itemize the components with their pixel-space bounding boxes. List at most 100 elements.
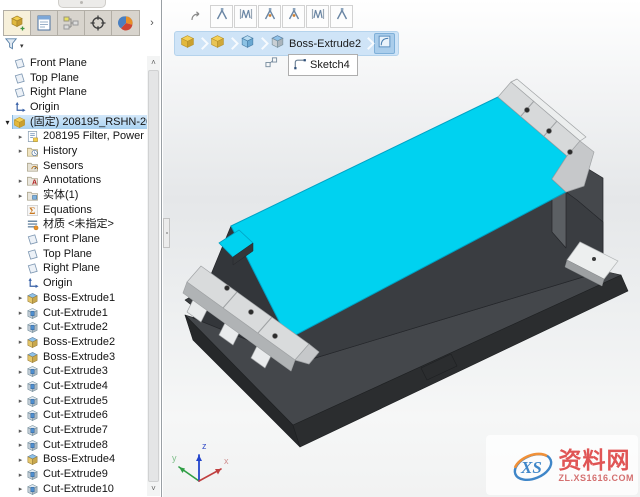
scroll-up-icon[interactable]: ˄ xyxy=(147,56,160,70)
selection-breadcrumb: Boss-Extrude2 xyxy=(174,31,400,56)
tree-item-cut-extrude1[interactable]: ▸ Cut-Extrude1 xyxy=(0,306,147,321)
tree-item-origin[interactable]: Origin xyxy=(0,100,147,115)
expand-arrow-icon[interactable]: ▸ xyxy=(15,368,26,376)
tree-scrollbar[interactable]: ˄ ˅ xyxy=(147,56,160,496)
tree-item-label: 实体(1) xyxy=(43,189,79,202)
tree-item-label: 材质 <未指定> xyxy=(43,218,114,231)
tree-item-cut-extrude6[interactable]: ▸ Cut-Extrude6 xyxy=(0,409,147,424)
expand-arrow-icon[interactable]: ▸ xyxy=(15,427,26,435)
tree-item-cut-extrude10[interactable]: ▸ Cut-Extrude10 xyxy=(0,482,147,497)
context-tool-button-5[interactable] xyxy=(306,5,329,28)
tree-item-cut-extrude8[interactable]: ▸ Cut-Extrude8 xyxy=(0,438,147,453)
breadcrumb-label: Boss-Extrude2 xyxy=(289,37,362,50)
tree-item-top-plane[interactable]: Top Plane xyxy=(0,247,147,262)
tree-item--1-[interactable]: ▸ 实体(1) xyxy=(0,188,147,203)
expand-arrow-icon[interactable]: ▸ xyxy=(15,485,26,493)
tab-configurationmanager[interactable] xyxy=(58,11,85,35)
breadcrumb-chevron-icon xyxy=(226,37,239,50)
cut-extrude-icon xyxy=(26,395,40,408)
tab-overflow-chevron[interactable]: › xyxy=(146,14,158,32)
tree-filter-button[interactable]: ▾ xyxy=(4,38,24,54)
tree-item-label: Boss-Extrude3 xyxy=(43,350,116,363)
sketch-icon xyxy=(377,34,392,54)
tab-propertymanager[interactable] xyxy=(31,11,58,35)
expand-arrow-icon[interactable]: ▸ xyxy=(15,192,26,200)
tree-item--208195-rshn-2016d[interactable]: ▾ (固定) 208195_RSHN-2016D xyxy=(0,114,147,130)
tree-item-boss-extrude3[interactable]: ▸ Boss-Extrude3 xyxy=(0,350,147,365)
context-tool-button-4[interactable] xyxy=(282,5,305,28)
tree-item-cut-extrude7[interactable]: ▸ Cut-Extrude7 xyxy=(0,423,147,438)
tree-item-right-plane[interactable]: Right Plane xyxy=(0,85,147,100)
breadcrumb-segment-part[interactable] xyxy=(178,33,197,54)
displaymanager-icon xyxy=(117,14,135,32)
model-canvas[interactable] xyxy=(163,0,640,497)
tab-displaymanager[interactable] xyxy=(112,11,139,35)
expand-arrow-icon[interactable]: ▸ xyxy=(15,471,26,479)
context-tool-button-1[interactable] xyxy=(210,5,233,28)
manager-tab-strip xyxy=(3,10,140,36)
tab-featuremanager-tree[interactable] xyxy=(4,11,31,35)
tree-item-label: Right Plane xyxy=(43,262,100,275)
expand-arrow-icon[interactable]: ▸ xyxy=(15,309,26,317)
expand-arrow-icon[interactable]: ▸ xyxy=(15,294,26,302)
tree-item-sensors[interactable]: Sensors xyxy=(0,159,147,174)
context-tool-button-6[interactable] xyxy=(330,5,353,28)
graphics-area[interactable]: Boss-Extrude2 Sketch4 z y x XS 资料网 ZL.XS… xyxy=(163,0,640,497)
expand-arrow-icon[interactable]: ▸ xyxy=(15,353,26,361)
tree-item-front-plane[interactable]: Front Plane xyxy=(0,56,147,71)
tree-item-right-plane[interactable]: Right Plane xyxy=(0,262,147,277)
expand-arrow-icon[interactable]: ▸ xyxy=(15,382,26,390)
document-icon xyxy=(26,130,40,143)
tree-item-equations[interactable]: Σ Equations xyxy=(0,203,147,218)
pin-arrow-icon[interactable] xyxy=(189,9,205,25)
tree-item-label: Front Plane xyxy=(43,233,100,246)
tree-item-history[interactable]: ▸ History xyxy=(0,144,147,159)
breadcrumb-segment-boss-extrude2[interactable]: Boss-Extrude2 xyxy=(268,33,363,54)
breadcrumb-chevron-icon xyxy=(196,37,209,50)
context-tool-button-3[interactable] xyxy=(258,5,281,28)
tree-item-boss-extrude4[interactable]: ▸ Boss-Extrude4 xyxy=(0,453,147,468)
breadcrumb-segment-part-gold[interactable] xyxy=(208,33,227,54)
tree-item-cut-extrude3[interactable]: ▸ Cut-Extrude3 xyxy=(0,364,147,379)
tree-item-cut-extrude5[interactable]: ▸ Cut-Extrude5 xyxy=(0,394,147,409)
tree-item-cut-extrude4[interactable]: ▸ Cut-Extrude4 xyxy=(0,379,147,394)
glyphA-icon xyxy=(214,6,230,27)
expand-arrow-icon[interactable]: ▸ xyxy=(15,397,26,405)
tree-item-front-plane[interactable]: Front Plane xyxy=(0,232,147,247)
context-tool-button-2[interactable] xyxy=(234,5,257,28)
tree-item-label: Right Plane xyxy=(30,86,87,99)
tree-item-cut-extrude9[interactable]: ▸ Cut-Extrude9 xyxy=(0,467,147,482)
scrollbar-thumb[interactable] xyxy=(148,70,159,482)
tree-item-origin[interactable]: Origin xyxy=(0,276,147,291)
expand-arrow-icon[interactable]: ▸ xyxy=(15,412,26,420)
scroll-down-icon[interactable]: ˅ xyxy=(147,482,160,496)
tree-item-label: Boss-Extrude4 xyxy=(43,453,116,466)
tree-item-cut-extrude2[interactable]: ▸ Cut-Extrude2 xyxy=(0,320,147,335)
breadcrumb-segment-solid-body[interactable] xyxy=(238,33,257,54)
filter-funnel-icon xyxy=(4,36,19,56)
tree-item-208195-filter-power-line[interactable]: ▸ 208195 Filter, Power Line xyxy=(0,129,147,144)
expand-arrow-icon[interactable]: ▸ xyxy=(15,147,26,155)
tree-item-label: Cut-Extrude6 xyxy=(43,409,108,422)
expand-arrow-icon[interactable]: ▸ xyxy=(15,133,26,141)
tree-item-boss-extrude2[interactable]: ▸ Boss-Extrude2 xyxy=(0,335,147,350)
cut-extrude-icon xyxy=(26,307,40,320)
cut-extrude-icon xyxy=(26,380,40,393)
tab-dimxpertmanager[interactable] xyxy=(85,11,112,35)
expand-arrow-icon[interactable]: ▸ xyxy=(15,441,26,449)
sketch-breadcrumb-item[interactable]: Sketch4 xyxy=(288,54,358,76)
panel-collapse-handle[interactable] xyxy=(58,0,106,8)
expand-arrow-icon[interactable]: ▸ xyxy=(15,324,26,332)
filter-dropdown-caret[interactable]: ▾ xyxy=(20,42,24,50)
breadcrumb-segment-sketch[interactable] xyxy=(374,33,396,54)
tree-item-annotations[interactable]: ▸ A Annotations xyxy=(0,174,147,189)
tree-item--[interactable]: 材质 <未指定> xyxy=(0,218,147,233)
expand-arrow-icon[interactable]: ▸ xyxy=(15,338,26,346)
expand-arrow-icon[interactable]: ▸ xyxy=(15,177,26,185)
triad-x-label: x xyxy=(224,456,229,466)
expand-arrow-icon[interactable]: ▾ xyxy=(2,118,13,127)
expand-arrow-icon[interactable]: ▸ xyxy=(15,456,26,464)
tree-item-boss-extrude1[interactable]: ▸ Boss-Extrude1 xyxy=(0,291,147,306)
panel-splitter-handle[interactable] xyxy=(163,218,170,248)
tree-item-top-plane[interactable]: Top Plane xyxy=(0,71,147,86)
